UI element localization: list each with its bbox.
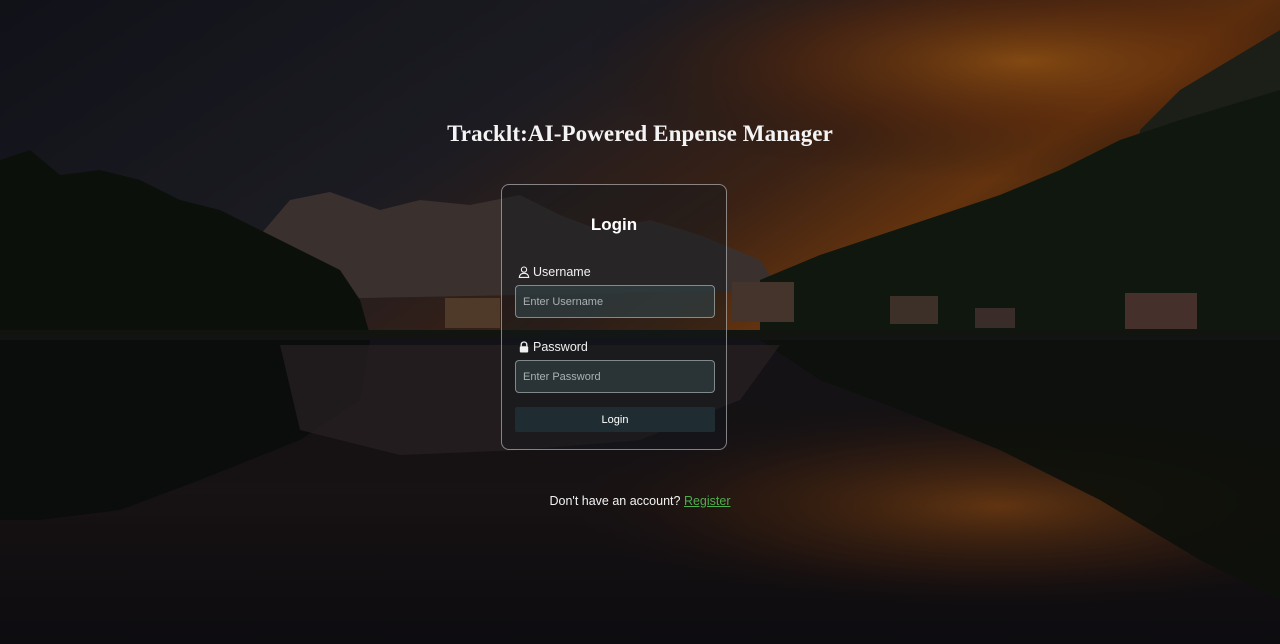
password-input[interactable]	[515, 360, 715, 393]
username-input[interactable]	[515, 285, 715, 318]
register-prompt-row: Don't have an account? Register	[0, 494, 1280, 508]
register-link[interactable]: Register	[684, 494, 731, 508]
username-label: Username	[533, 265, 591, 279]
lock-icon	[518, 341, 530, 353]
username-label-row: Username	[518, 265, 591, 279]
register-prompt-text: Don't have an account?	[549, 494, 681, 508]
password-label: Password	[533, 340, 588, 354]
password-label-row: Password	[518, 340, 588, 354]
login-button[interactable]: Login	[515, 407, 715, 432]
page-title: Tracklt:AI-Powered Enpense Manager	[447, 121, 833, 146]
user-icon	[518, 266, 530, 278]
login-card: Login Username Password Login	[501, 184, 727, 450]
login-heading: Login	[590, 215, 638, 234]
